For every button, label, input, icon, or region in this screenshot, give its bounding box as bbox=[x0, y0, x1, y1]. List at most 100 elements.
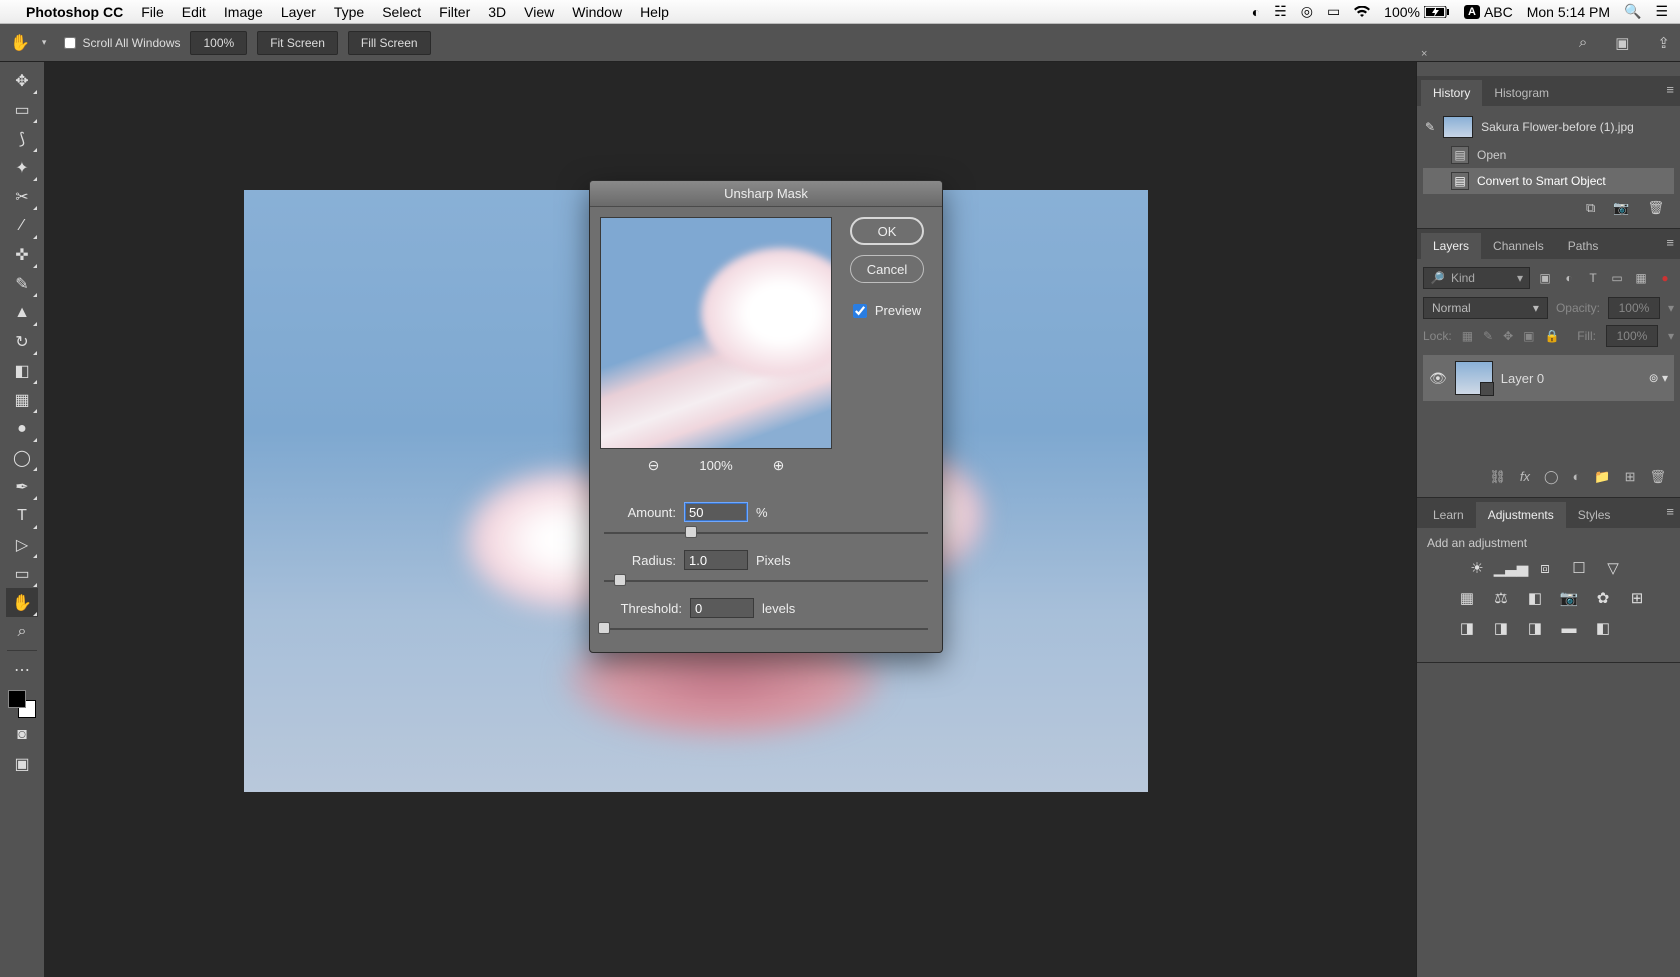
selective-color-icon[interactable]: ◧ bbox=[1593, 618, 1613, 638]
tab-history[interactable]: History bbox=[1421, 80, 1482, 106]
control-center-icon[interactable]: ☰ bbox=[1655, 3, 1668, 20]
layer-filter-kind[interactable]: 🔎Kind▾ bbox=[1423, 267, 1530, 289]
visibility-icon[interactable]: 👁 bbox=[1429, 370, 1447, 387]
history-step-open[interactable]: ▤ Open bbox=[1423, 142, 1674, 168]
fit-screen-button[interactable]: Fit Screen bbox=[257, 31, 338, 55]
filter-pixel-icon[interactable]: ▣ bbox=[1536, 269, 1554, 287]
dropbox-icon[interactable]: ☵ bbox=[1274, 3, 1287, 20]
lock-image-icon[interactable]: ✎ bbox=[1483, 329, 1493, 343]
amount-slider[interactable] bbox=[604, 526, 928, 540]
vibrance-icon[interactable]: ▽ bbox=[1603, 558, 1623, 578]
zoom-tool[interactable]: ⌕ bbox=[6, 617, 38, 646]
healing-brush-tool[interactable]: ✜ bbox=[6, 240, 38, 269]
delete-layer-icon[interactable]: 🗑 bbox=[1649, 469, 1666, 485]
lasso-tool[interactable]: ⟆ bbox=[6, 124, 38, 153]
photo-filter-icon[interactable]: 📷 bbox=[1559, 588, 1579, 608]
mask-icon[interactable]: ◯ bbox=[1544, 469, 1559, 485]
curves-icon[interactable]: ⧈ bbox=[1535, 558, 1555, 578]
zoom-in-icon[interactable]: ⊕ bbox=[773, 457, 785, 474]
panel-menu-icon[interactable]: ≡ bbox=[1666, 235, 1674, 250]
menu-filter[interactable]: Filter bbox=[439, 4, 470, 20]
hue-sat-icon[interactable]: ▦ bbox=[1457, 588, 1477, 608]
share-icon[interactable]: ⇪ bbox=[1657, 34, 1670, 52]
dialog-title[interactable]: Unsharp Mask bbox=[590, 181, 942, 207]
clone-stamp-tool[interactable]: ▲ bbox=[6, 298, 38, 327]
search-icon[interactable]: ⌕ bbox=[1579, 34, 1587, 51]
crop-tool[interactable]: ✂ bbox=[6, 182, 38, 211]
tab-paths[interactable]: Paths bbox=[1556, 233, 1611, 259]
input-source[interactable]: A ABC bbox=[1464, 4, 1513, 20]
tab-histogram[interactable]: Histogram bbox=[1482, 80, 1561, 106]
panel-close-icon[interactable]: × bbox=[1421, 48, 1427, 60]
color-balance-icon[interactable]: ⚖ bbox=[1491, 588, 1511, 608]
menu-edit[interactable]: Edit bbox=[182, 4, 206, 20]
fill-screen-button[interactable]: Fill Screen bbox=[348, 31, 431, 55]
quick-select-tool[interactable]: ✦ bbox=[6, 153, 38, 182]
hand-tool[interactable]: ✋ bbox=[6, 588, 38, 617]
lock-all-icon[interactable]: 🔒 bbox=[1545, 329, 1560, 343]
rectangle-tool[interactable]: ▭ bbox=[6, 559, 38, 588]
move-tool[interactable]: ✥ bbox=[6, 66, 38, 95]
canvas-area[interactable]: Unsharp Mask ⊖ 100% ⊕ OK Cancel Preview bbox=[44, 62, 1416, 977]
blend-mode-select[interactable]: Normal▾ bbox=[1423, 297, 1548, 319]
filter-smart-icon[interactable]: ▦ bbox=[1632, 269, 1650, 287]
zoom-level-button[interactable]: 100% bbox=[190, 31, 247, 55]
path-select-tool[interactable]: ▷ bbox=[6, 530, 38, 559]
cc-status-icon[interactable]: ◎ bbox=[1301, 3, 1313, 20]
menu-window[interactable]: Window bbox=[572, 4, 622, 20]
filter-shape-icon[interactable]: ▭ bbox=[1608, 269, 1626, 287]
quick-mask-toggle[interactable]: ◙ bbox=[6, 720, 38, 749]
scroll-all-windows-checkbox[interactable]: Scroll All Windows bbox=[64, 36, 180, 50]
blur-tool[interactable]: ● bbox=[6, 414, 38, 443]
fill-value[interactable]: 100% bbox=[1606, 325, 1658, 347]
app-name[interactable]: Photoshop CC bbox=[26, 4, 123, 20]
brightness-contrast-icon[interactable]: ☀ bbox=[1467, 558, 1487, 578]
link-layers-icon[interactable]: ⛓ bbox=[1489, 469, 1506, 485]
filter-type-icon[interactable]: T bbox=[1584, 269, 1602, 287]
cancel-button[interactable]: Cancel bbox=[850, 255, 924, 283]
history-brush-tool[interactable]: ↻ bbox=[6, 327, 38, 356]
eraser-tool[interactable]: ◧ bbox=[6, 356, 38, 385]
dialog-preview[interactable] bbox=[600, 217, 832, 449]
smart-filter-indicator[interactable]: ⊚ ▾ bbox=[1649, 371, 1668, 385]
history-step-convert-smart-object[interactable]: ▤ Convert to Smart Object bbox=[1423, 168, 1674, 194]
exposure-icon[interactable]: ☐ bbox=[1569, 558, 1589, 578]
tab-channels[interactable]: Channels bbox=[1481, 233, 1556, 259]
radius-slider[interactable] bbox=[604, 574, 928, 588]
channel-mixer-icon[interactable]: ✿ bbox=[1593, 588, 1613, 608]
edit-toolbar[interactable]: ⋯ bbox=[6, 655, 38, 684]
lock-artboard-icon[interactable]: ▣ bbox=[1523, 329, 1534, 343]
adjustment-layer-icon[interactable]: ◐ bbox=[1573, 469, 1581, 485]
brush-tool[interactable]: ✎ bbox=[6, 269, 38, 298]
gradient-tool[interactable]: ▦ bbox=[6, 385, 38, 414]
fx-icon[interactable]: fx bbox=[1520, 469, 1530, 485]
threshold-icon[interactable]: ◨ bbox=[1525, 618, 1545, 638]
filter-toggle-icon[interactable]: ● bbox=[1656, 269, 1674, 287]
threshold-slider[interactable] bbox=[604, 622, 928, 636]
marquee-tool[interactable]: ▭ bbox=[6, 95, 38, 124]
threshold-input[interactable] bbox=[690, 598, 754, 618]
fill-chevron-icon[interactable]: ▾ bbox=[1668, 329, 1674, 343]
levels-icon[interactable]: ▁▃▅ bbox=[1501, 558, 1521, 578]
clock[interactable]: Mon 5:14 PM bbox=[1527, 4, 1610, 20]
snapshot-icon[interactable]: 📷 bbox=[1613, 200, 1629, 216]
filter-adjust-icon[interactable]: ◐ bbox=[1560, 269, 1578, 287]
spotlight-icon[interactable]: 🔍 bbox=[1624, 3, 1641, 20]
wifi-icon[interactable] bbox=[1354, 6, 1370, 18]
history-document-row[interactable]: ✎ Sakura Flower-before (1).jpg bbox=[1423, 112, 1674, 142]
gradient-map-icon[interactable]: ▬ bbox=[1559, 618, 1579, 638]
radius-input[interactable] bbox=[684, 550, 748, 570]
battery-status[interactable]: 100% bbox=[1384, 4, 1450, 20]
posterize-icon[interactable]: ◨ bbox=[1491, 618, 1511, 638]
opacity-chevron-icon[interactable]: ▾ bbox=[1668, 301, 1674, 315]
opacity-value[interactable]: 100% bbox=[1608, 297, 1660, 319]
amount-input[interactable] bbox=[684, 502, 748, 522]
airplay-icon[interactable]: ▭ bbox=[1327, 3, 1340, 20]
layer-0-row[interactable]: 👁 Layer 0 ⊚ ▾ bbox=[1423, 355, 1674, 401]
workspace-icon[interactable]: ▣ bbox=[1615, 34, 1629, 52]
menu-select[interactable]: Select bbox=[382, 4, 421, 20]
dodge-tool[interactable]: ◯ bbox=[6, 443, 38, 472]
color-lookup-icon[interactable]: ⊞ bbox=[1627, 588, 1647, 608]
menu-help[interactable]: Help bbox=[640, 4, 669, 20]
group-icon[interactable]: 📁 bbox=[1594, 469, 1610, 485]
